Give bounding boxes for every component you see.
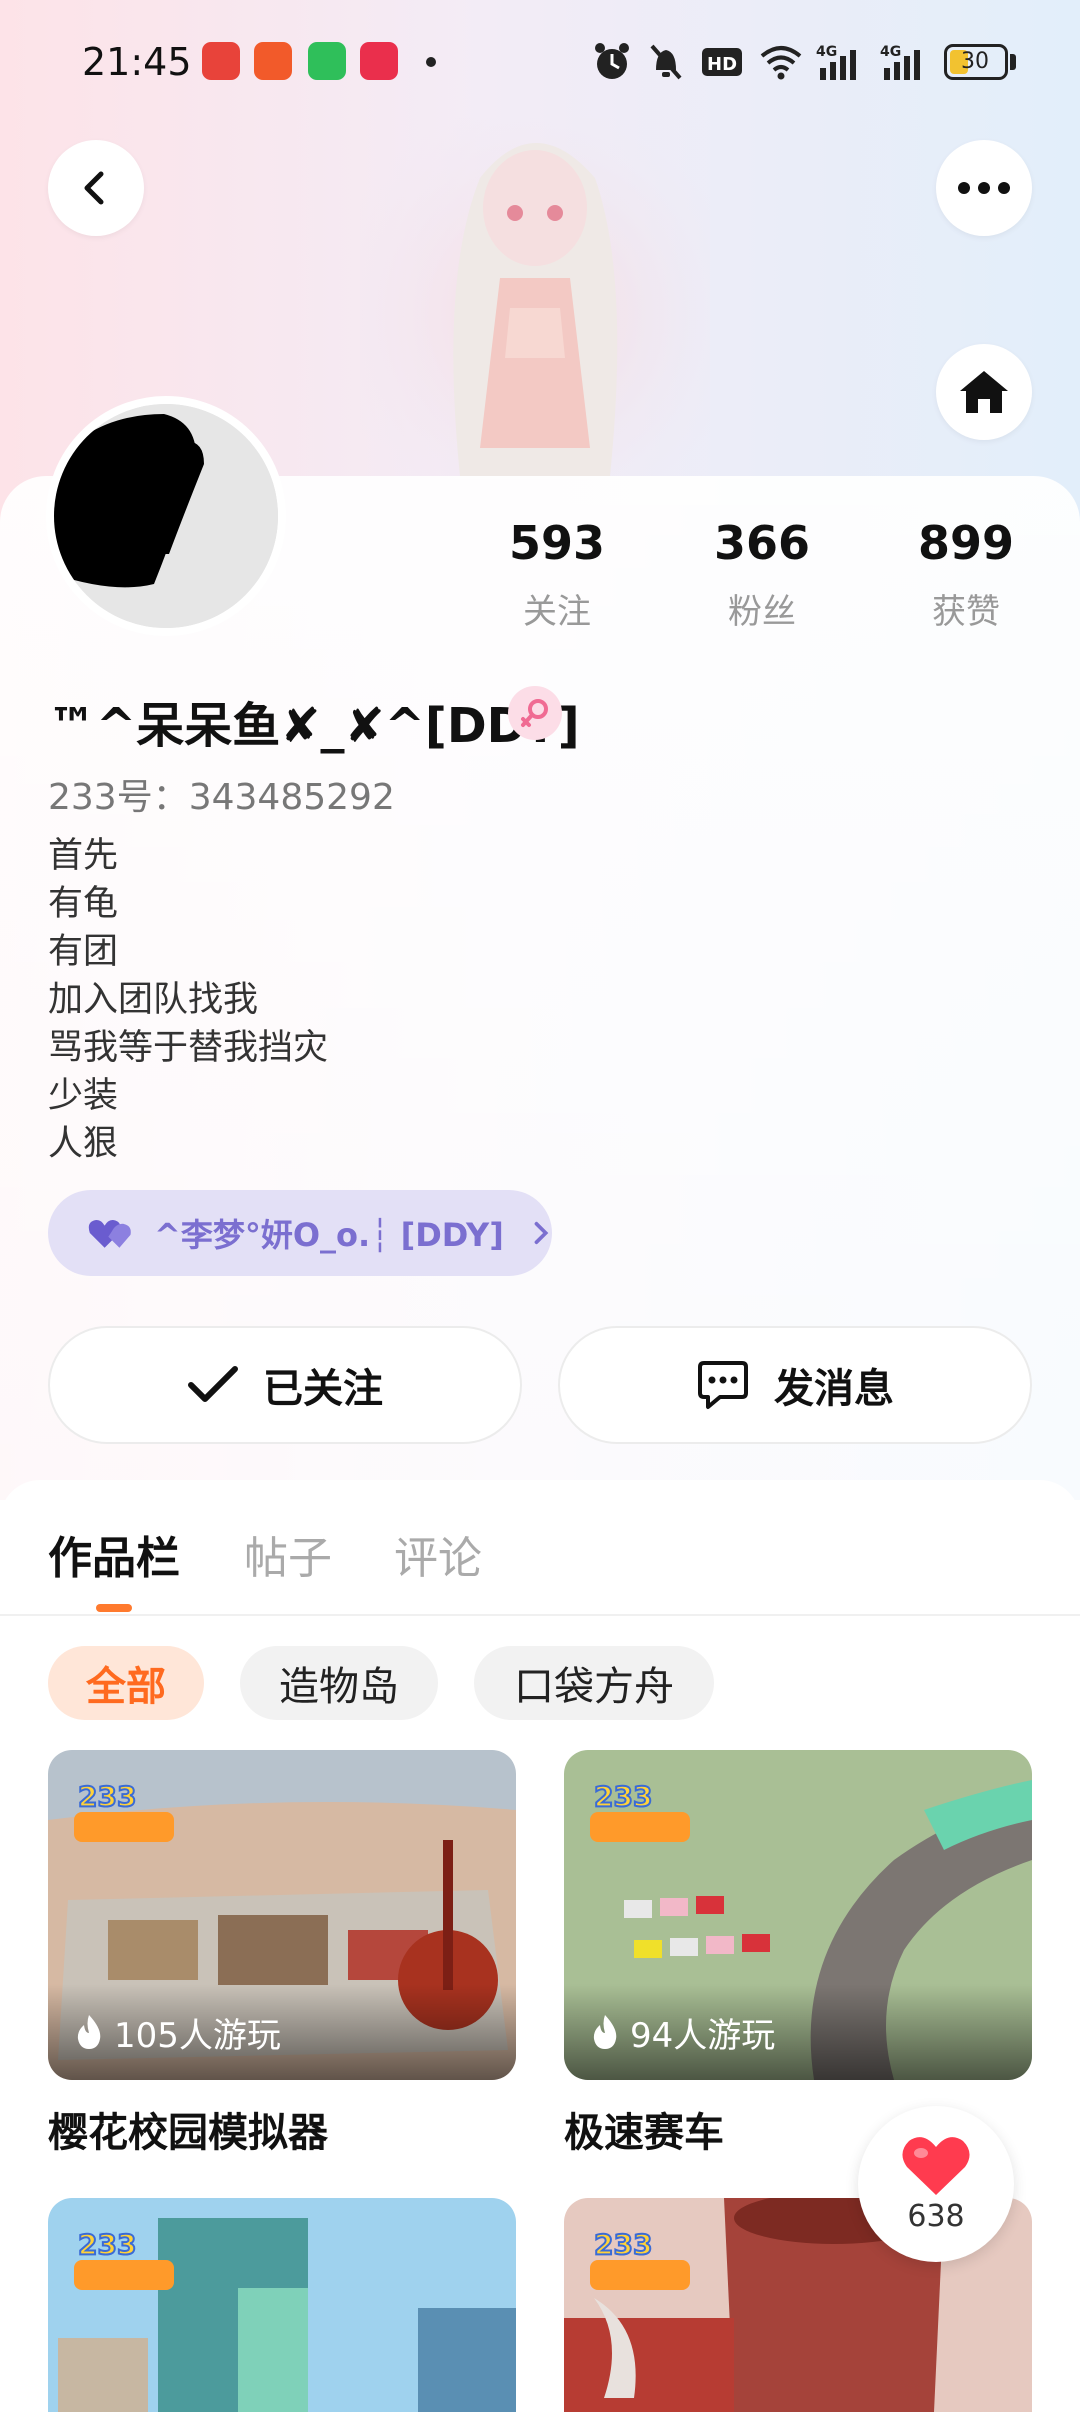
stat-value: 593 — [508, 516, 606, 570]
bio-line: 人狠 — [48, 1124, 119, 1164]
like-button[interactable]: 638 — [858, 2106, 1014, 2262]
game-card[interactable]: 233 94人游玩 — [564, 1750, 1032, 2080]
players-count: 94人游玩 — [630, 2015, 776, 2056]
game-card[interactable]: 233 105人游玩 — [48, 1750, 516, 2080]
bio-line: 有龟 — [48, 884, 119, 924]
home-icon — [960, 371, 1008, 413]
more-button[interactable] — [936, 140, 1032, 236]
svg-text:233: 233 — [78, 2228, 136, 2261]
app-notification-icon — [254, 42, 292, 80]
bio-line: 有团 — [48, 932, 119, 972]
flame-icon — [77, 2015, 101, 2049]
app-notification-icon — [360, 42, 398, 80]
home-button[interactable] — [936, 344, 1032, 440]
battery-cap — [1010, 54, 1016, 70]
players-count: 105人游玩 — [114, 2015, 281, 2056]
battery-icon: 30 — [944, 44, 1008, 80]
signal-4g-icon: 4G — [816, 44, 856, 80]
stat-followers[interactable]: 366 粉丝 — [662, 516, 862, 633]
filter-all[interactable]: 全部 — [48, 1646, 204, 1720]
more-horizontal-icon — [958, 182, 1010, 194]
bio: 首先 有龟 有团 加入团队找我 骂我等于替我挡灾 少装 人狠 — [48, 832, 328, 1168]
double-heart-icon — [88, 1219, 131, 1248]
stat-label: 关注 — [523, 592, 591, 632]
svg-text:233: 233 — [78, 1780, 136, 1813]
profile-character-image — [360, 118, 710, 476]
team-name: ^李梦°妍O_o.┆ [DDY] — [154, 1216, 504, 1254]
svg-text:HD: HD — [707, 54, 737, 75]
hd-icon: HD — [702, 48, 742, 76]
chat-bubble-icon — [698, 1361, 748, 1409]
svg-text:233: 233 — [594, 1780, 652, 1813]
stat-label: 粉丝 — [728, 592, 796, 632]
flame-icon — [593, 2015, 617, 2049]
stat-label: 获赞 — [932, 592, 1000, 632]
tab-active-indicator — [96, 1604, 132, 1612]
game-title[interactable]: 樱花校园模拟器 — [48, 2100, 328, 2158]
app-notification-icon — [202, 42, 240, 80]
like-count: 638 — [907, 2198, 965, 2234]
bio-line: 首先 — [48, 836, 119, 876]
username: ™^呆呆鱼✘_✘^[DDY] — [48, 698, 580, 754]
players-overlay: 94人游玩 — [564, 1984, 1032, 2080]
follow-label: 已关注 — [263, 1366, 383, 1412]
creation-island-badge: 233 — [590, 1779, 690, 1842]
more-notifications-dot — [426, 57, 436, 67]
players-overlay: 105人游玩 — [48, 1984, 516, 2080]
message-button[interactable]: 发消息 — [558, 1326, 1032, 1444]
tab-divider — [0, 1614, 1080, 1616]
check-icon — [188, 1366, 238, 1402]
female-gender-icon — [508, 686, 562, 740]
avatar[interactable] — [46, 396, 286, 636]
avatar-image — [54, 404, 278, 628]
filter-creation-island[interactable]: 造物岛 — [240, 1646, 438, 1720]
tab-works[interactable]: 作品栏 — [48, 1522, 180, 1586]
svg-text:233: 233 — [594, 2228, 652, 2261]
back-button[interactable] — [48, 140, 144, 236]
signal-4g-icon: 4G — [880, 44, 920, 80]
tab-comments[interactable]: 评论 — [394, 1522, 482, 1586]
mute-icon — [650, 44, 682, 80]
creation-island-badge: 233 — [590, 2227, 690, 2290]
stat-following[interactable]: 593 关注 — [457, 516, 657, 633]
game-card[interactable]: 233 — [48, 2198, 516, 2412]
stat-value: 366 — [713, 516, 811, 570]
message-label: 发消息 — [774, 1366, 894, 1412]
follow-button[interactable]: 已关注 — [48, 1326, 522, 1444]
team-link[interactable]: ^李梦°妍O_o.┆ [DDY] — [48, 1190, 552, 1276]
stat-value: 899 — [917, 516, 1015, 570]
chevron-left-icon — [84, 171, 104, 205]
status-time: 21:45 — [82, 40, 192, 84]
chevron-right-icon — [534, 1221, 549, 1245]
filter-pocket-ark[interactable]: 口袋方舟 — [474, 1646, 714, 1720]
heart-icon — [902, 2136, 970, 2195]
game-title[interactable]: 极速赛车 — [564, 2100, 724, 2158]
wifi-icon — [760, 46, 802, 80]
tab-posts[interactable]: 帖子 — [244, 1522, 332, 1586]
bio-line: 加入团队找我 — [48, 980, 259, 1020]
creation-island-badge: 233 — [74, 2227, 174, 2290]
creation-island-badge: 233 — [74, 1779, 174, 1842]
bio-line: 骂我等于替我挡灾 — [48, 1028, 329, 1068]
svg-text:4G: 4G — [880, 44, 901, 60]
battery-level: 30 — [961, 49, 989, 74]
stat-likes[interactable]: 899 获赞 — [866, 516, 1066, 633]
bio-line: 少装 — [48, 1076, 119, 1116]
user-id: 233号：343485292 — [48, 777, 395, 818]
svg-text:4G: 4G — [816, 44, 837, 60]
status-bar: 21:45 HD 4G 4G 30 — [0, 0, 1080, 124]
app-notification-icon — [308, 42, 346, 80]
alarm-icon — [595, 43, 629, 79]
